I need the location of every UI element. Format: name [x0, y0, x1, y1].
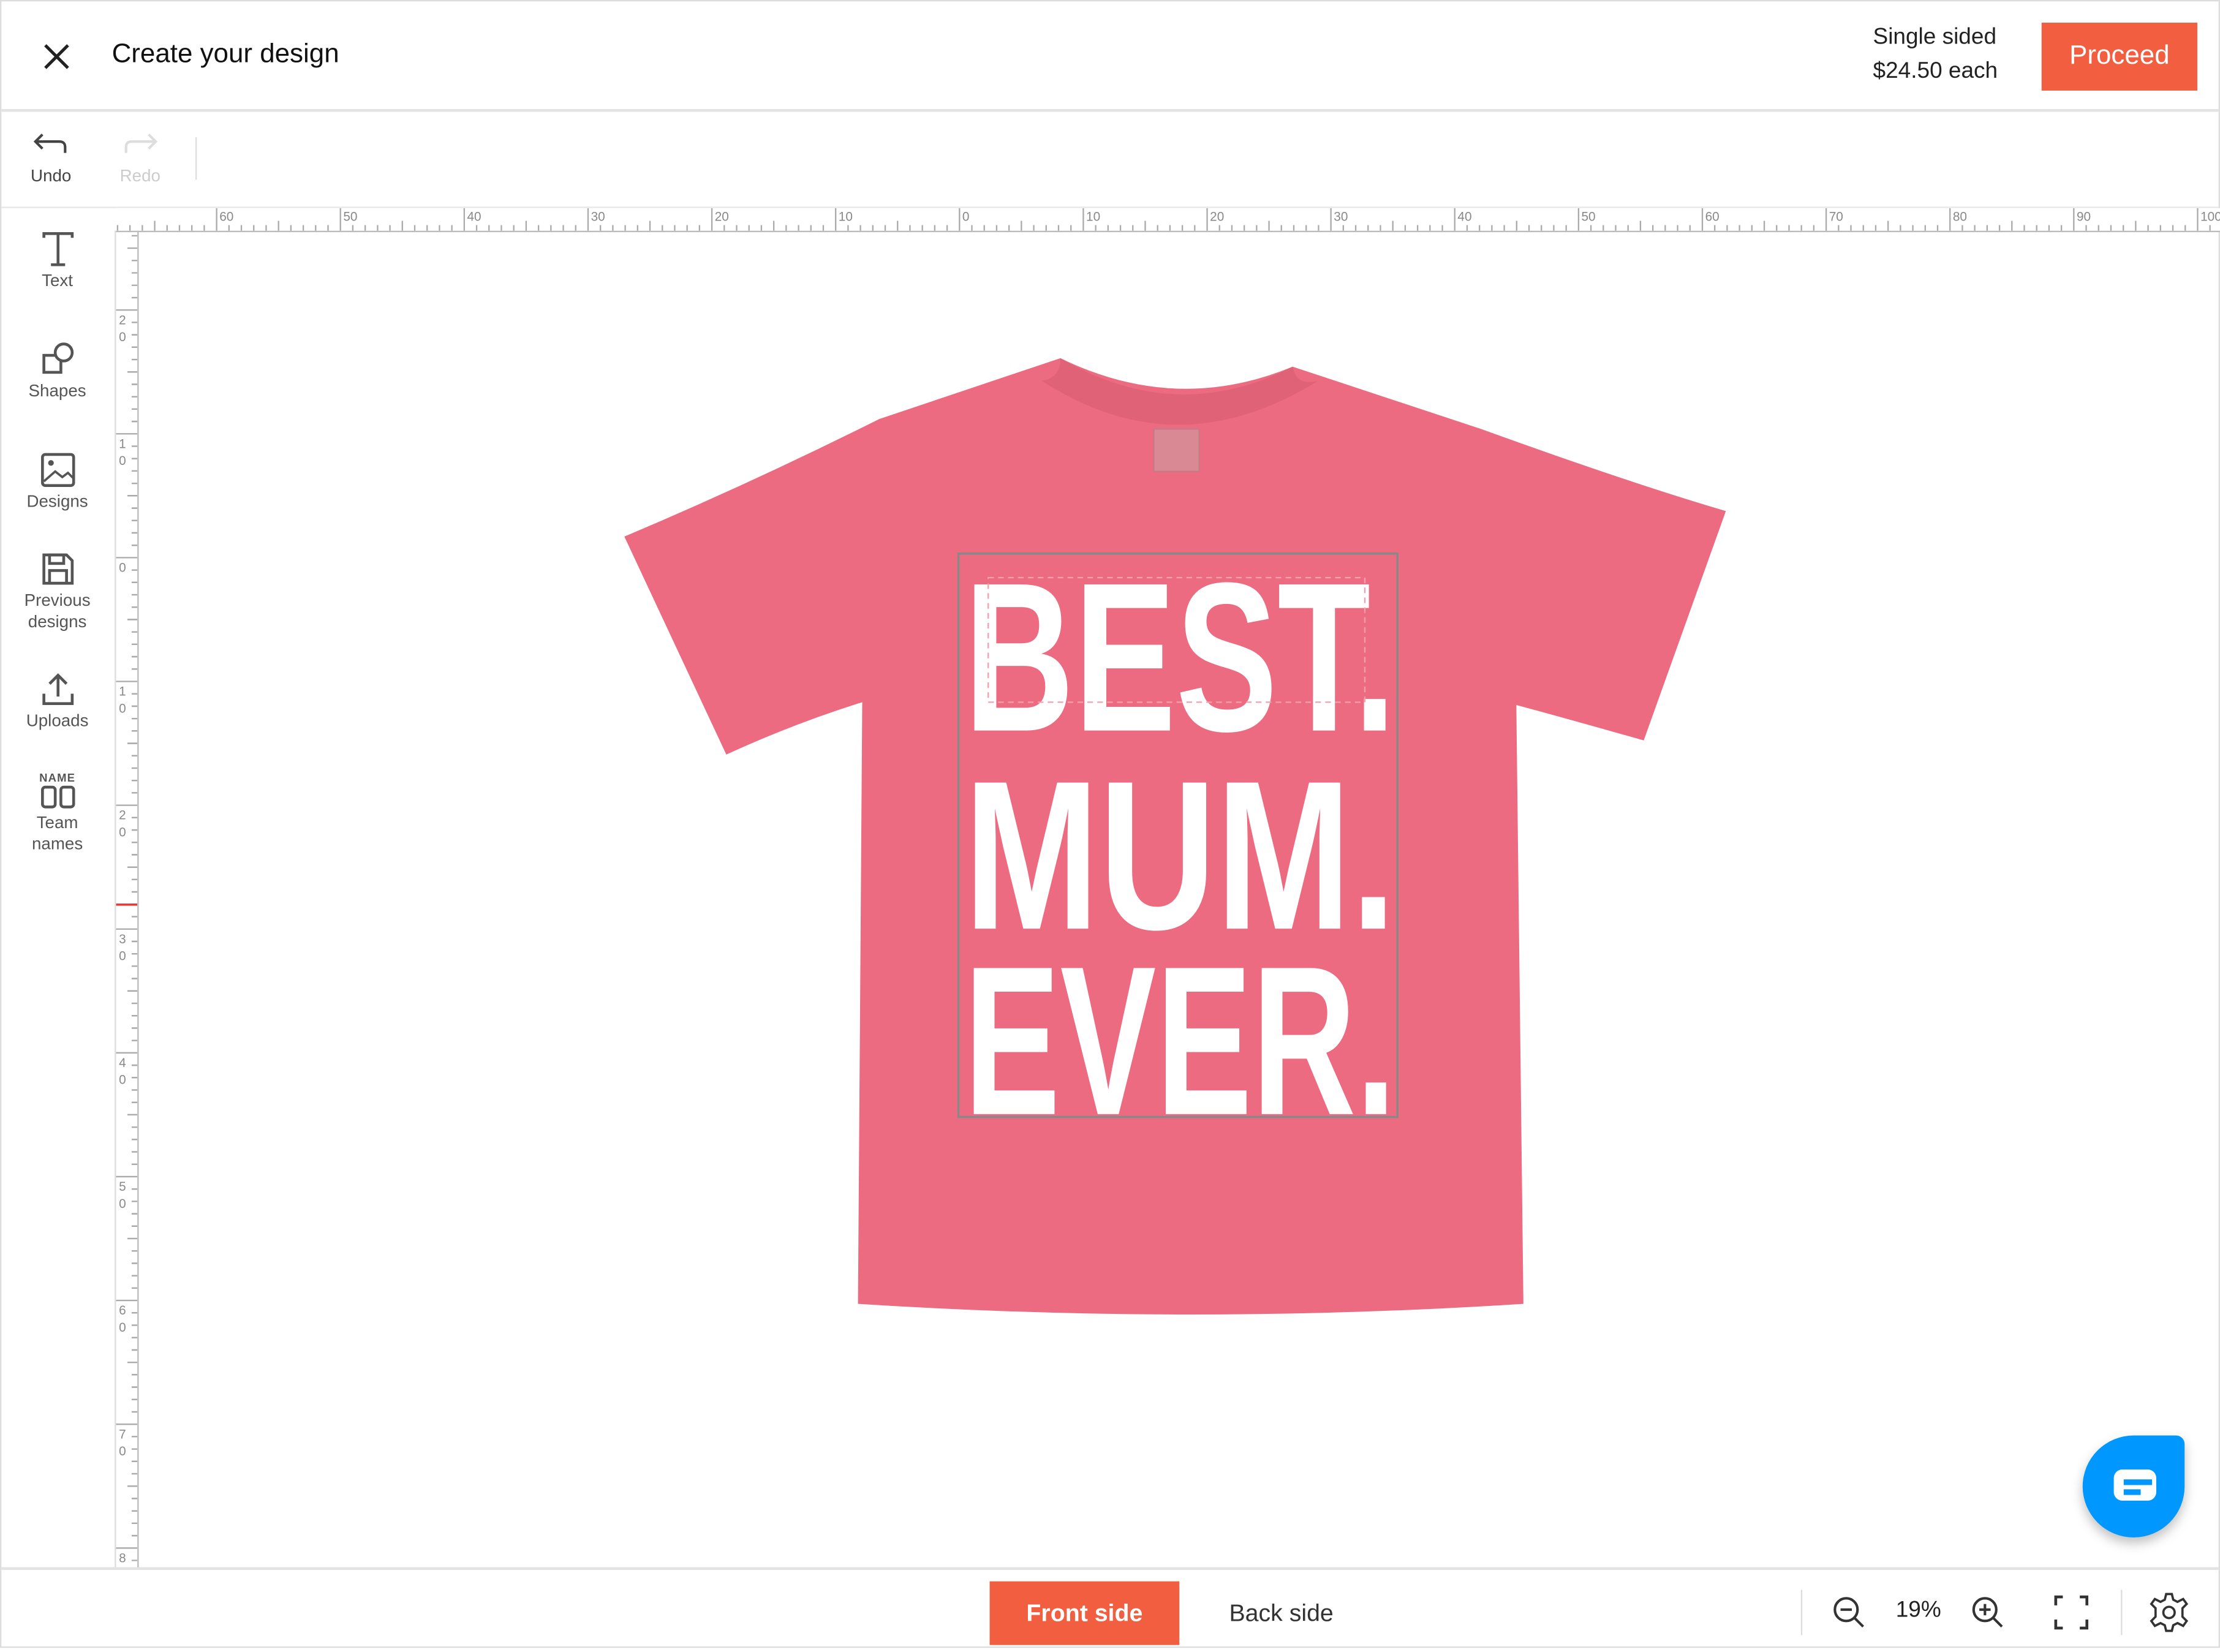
ruler-label: 30: [1334, 210, 1348, 224]
fullscreen-icon[interactable]: [2053, 1594, 2090, 1631]
ruler-label: 10: [119, 437, 126, 468]
ruler-label: 60: [1705, 210, 1720, 224]
sidebar-item-previous-designs[interactable]: Previous designs: [1, 551, 113, 633]
sidebar-item-label: Uploads: [26, 711, 89, 731]
vertical-ruler: 20 10 0 10 20 30 40 50 60 70 80: [115, 230, 139, 1567]
ruler-label: 50: [343, 210, 357, 224]
sidebar-item-label: Team names: [31, 812, 83, 854]
save-icon: [42, 553, 74, 585]
sidebar-item-label: Designs: [26, 491, 88, 511]
ruler-label: 0: [119, 560, 126, 575]
divider: [1800, 1590, 1803, 1635]
divider: [2121, 1590, 2123, 1635]
proceed-button[interactable]: Proceed: [2041, 22, 2197, 91]
ruler-label: 20: [119, 313, 126, 344]
ruler-label: 30: [119, 932, 126, 964]
design-text[interactable]: BEST. MUM. EVER.: [964, 539, 1396, 1160]
redo-icon: [124, 134, 158, 153]
ruler-label: 80: [119, 1551, 126, 1567]
design-line-ever: EVER.: [964, 922, 1396, 1160]
back-side-tab[interactable]: Back side: [1191, 1582, 1372, 1645]
redo-button[interactable]: Redo: [105, 129, 176, 186]
divider: [195, 137, 197, 180]
ruler-label: 100: [2200, 210, 2220, 224]
ruler-label: 60: [119, 1303, 126, 1335]
undo-icon: [33, 134, 67, 153]
upload-icon: [42, 673, 74, 705]
header: Create your design Single sided $24.50 e…: [1, 1, 2219, 112]
sidebar: Text Shapes Designs Previous designs Upl…: [1, 208, 113, 1567]
sidebar-item-uploads[interactable]: Uploads: [1, 671, 113, 732]
ruler-label: 20: [1210, 210, 1224, 224]
team-names-icon: [40, 785, 75, 809]
price-label: $24.50 each: [1873, 59, 1998, 84]
ruler-label: 20: [715, 210, 729, 224]
ruler-label: 70: [1829, 210, 1843, 224]
ruler-label: 90: [2077, 210, 2091, 224]
ruler-label: 40: [1457, 210, 1471, 224]
image-icon: [40, 453, 75, 488]
chat-icon: [2113, 1469, 2156, 1501]
footer: Front side Back side 19%: [1, 1567, 2219, 1652]
undo-label: Undo: [31, 165, 72, 186]
zoom-level: 19%: [1895, 1598, 1941, 1623]
close-icon[interactable]: [38, 38, 75, 75]
ruler-label: 50: [1581, 210, 1595, 224]
sidebar-item-label: Text: [42, 270, 74, 290]
design-canvas[interactable]: BEST. MUM. EVER.: [137, 232, 2218, 1567]
ruler-label: 0: [962, 210, 970, 224]
chat-button[interactable]: [2082, 1435, 2185, 1537]
sidebar-item-label: Shapes: [28, 380, 86, 401]
tshirt-mockup: BEST. MUM. EVER.: [624, 358, 1726, 1314]
price-info: Single sided $24.50 each: [1873, 21, 1998, 89]
ruler-label: 40: [119, 1056, 126, 1087]
horizontal-ruler: 60 50 40 30 20 10 0 10 20 30 40 50 60 70 80 90 100: [115, 208, 2220, 233]
tshirt-label: [1153, 428, 1200, 472]
front-side-tab[interactable]: Front side: [989, 1581, 1180, 1645]
zoom-in-icon[interactable]: [1969, 1594, 2006, 1631]
sides-label: Single sided: [1873, 25, 1997, 50]
zoom-out-icon[interactable]: [1830, 1594, 1867, 1631]
ruler-label: 60: [219, 210, 233, 224]
ruler-label: 80: [1953, 210, 1967, 224]
sidebar-item-shapes[interactable]: Shapes: [1, 341, 113, 402]
sidebar-item-label: Previous designs: [24, 590, 91, 632]
ruler-label: 70: [119, 1427, 126, 1458]
sidebar-item-text[interactable]: Text: [1, 231, 113, 292]
settings-gear-icon[interactable]: [2148, 1591, 2190, 1634]
ruler-label: 10: [119, 685, 126, 716]
design-editor: Create your design Single sided $24.50 e…: [0, 0, 2220, 1648]
redo-label: Redo: [119, 165, 160, 186]
ruler-label: 40: [467, 210, 481, 224]
shapes-icon: [42, 342, 74, 374]
ruler-label: 20: [119, 809, 126, 840]
undo-button[interactable]: Undo: [15, 129, 86, 186]
ruler-label: 50: [119, 1180, 126, 1211]
sidebar-item-team-names[interactable]: NAME Team names: [1, 772, 113, 855]
ruler-label: 30: [591, 210, 605, 224]
ruler-label: 10: [1086, 210, 1100, 224]
page-title: Create your design: [111, 39, 339, 70]
name-badge: NAME: [39, 771, 76, 785]
ruler-label: 10: [839, 210, 853, 224]
sidebar-item-designs[interactable]: Designs: [1, 451, 113, 512]
text-icon: [42, 232, 74, 266]
toolbar: Undo Redo: [1, 112, 2219, 208]
